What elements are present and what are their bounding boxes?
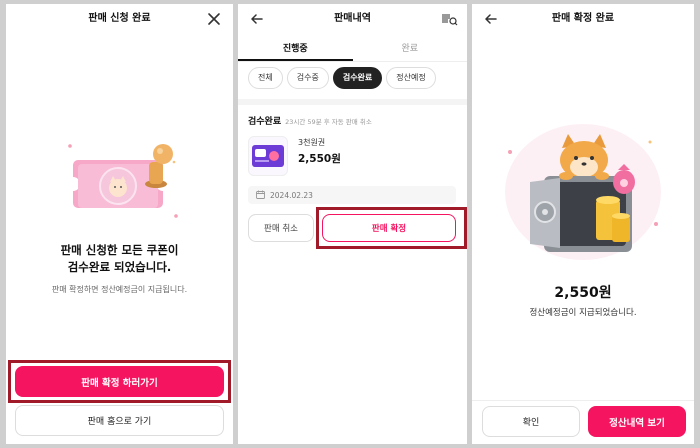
complete-headline-line2: 검수완료 되었습니다. (67, 260, 172, 274)
order-status-row: 검수완료 23시간 59분 후 자동 판매 취소 (248, 114, 372, 127)
complete-subtext: 판매 확정하면 정산예정금이 지급됩니다. (51, 285, 188, 294)
product-thumbnail (248, 136, 288, 176)
page-title: 판매내역 (334, 13, 371, 24)
filter-chip-all[interactable]: 전체 (248, 67, 283, 89)
product-price: 2,550원 (298, 153, 341, 165)
page-title: 판매 확정 완료 (551, 13, 615, 24)
order-date: 2024.02.23 (248, 186, 456, 204)
barcode-search-icon[interactable] (439, 8, 461, 30)
filter-chips: 전체 검수중 검수완료 정산예정 (248, 67, 436, 89)
section-divider (238, 99, 467, 105)
sale-request-complete-screen: 판매 신청 완료 판매 신청한 모든 쿠폰이 검수완료 되었습니다. 판매 확정… (6, 4, 233, 444)
bottom-divider (472, 400, 694, 401)
filter-chip-settlement-pending[interactable]: 정산예정 (386, 67, 436, 89)
view-settlement-history-button[interactable]: 정산내역 보기 (588, 406, 686, 437)
filter-chip-inspecting[interactable]: 검수중 (286, 67, 329, 89)
close-icon[interactable] (203, 8, 225, 30)
status-badge: 검수완료 (248, 117, 282, 127)
sales-history-screen: 판매내역 진행중 완료 전체 검수중 검수완료 정산예정 검수완료 23시간 5… (238, 4, 467, 444)
page-title: 판매 신청 완료 (88, 13, 151, 24)
calendar-icon (256, 190, 265, 201)
cancel-sale-button[interactable]: 판매 취소 (248, 214, 314, 242)
go-sale-home-button[interactable]: 판매 홈으로 가기 (15, 405, 224, 436)
status-tabs: 진행중 완료 (238, 36, 467, 62)
go-confirm-sale-button[interactable]: 판매 확정 하러가기 (15, 366, 224, 397)
coupon-ticket-illustration (64, 132, 184, 232)
tab-in-progress[interactable]: 진행중 (238, 36, 353, 61)
auto-cancel-note: 23시간 59분 후 자동 판매 취소 (285, 118, 372, 126)
order-date-text: 2024.02.23 (270, 190, 313, 200)
complete-headline-line1: 판매 신청한 모든 쿠폰이 (60, 243, 179, 257)
filter-chip-inspected[interactable]: 검수완료 (332, 67, 383, 89)
settlement-note: 정산예정금이 지급되었습니다. (529, 308, 637, 318)
confirm-button[interactable]: 확인 (482, 406, 580, 437)
settlement-amount: 2,550원 (554, 285, 612, 301)
tab-completed[interactable]: 완료 (353, 36, 468, 61)
product-name: 3천원권 (298, 138, 326, 147)
sale-confirm-complete-screen: 판매 확정 완료 2,550원 정산예정금이 지급되었습니다. 확인 정산내역 … (472, 4, 694, 444)
confirm-sale-button[interactable]: 판매 확정 (322, 214, 456, 242)
safe-with-dog-illustration (500, 112, 666, 262)
